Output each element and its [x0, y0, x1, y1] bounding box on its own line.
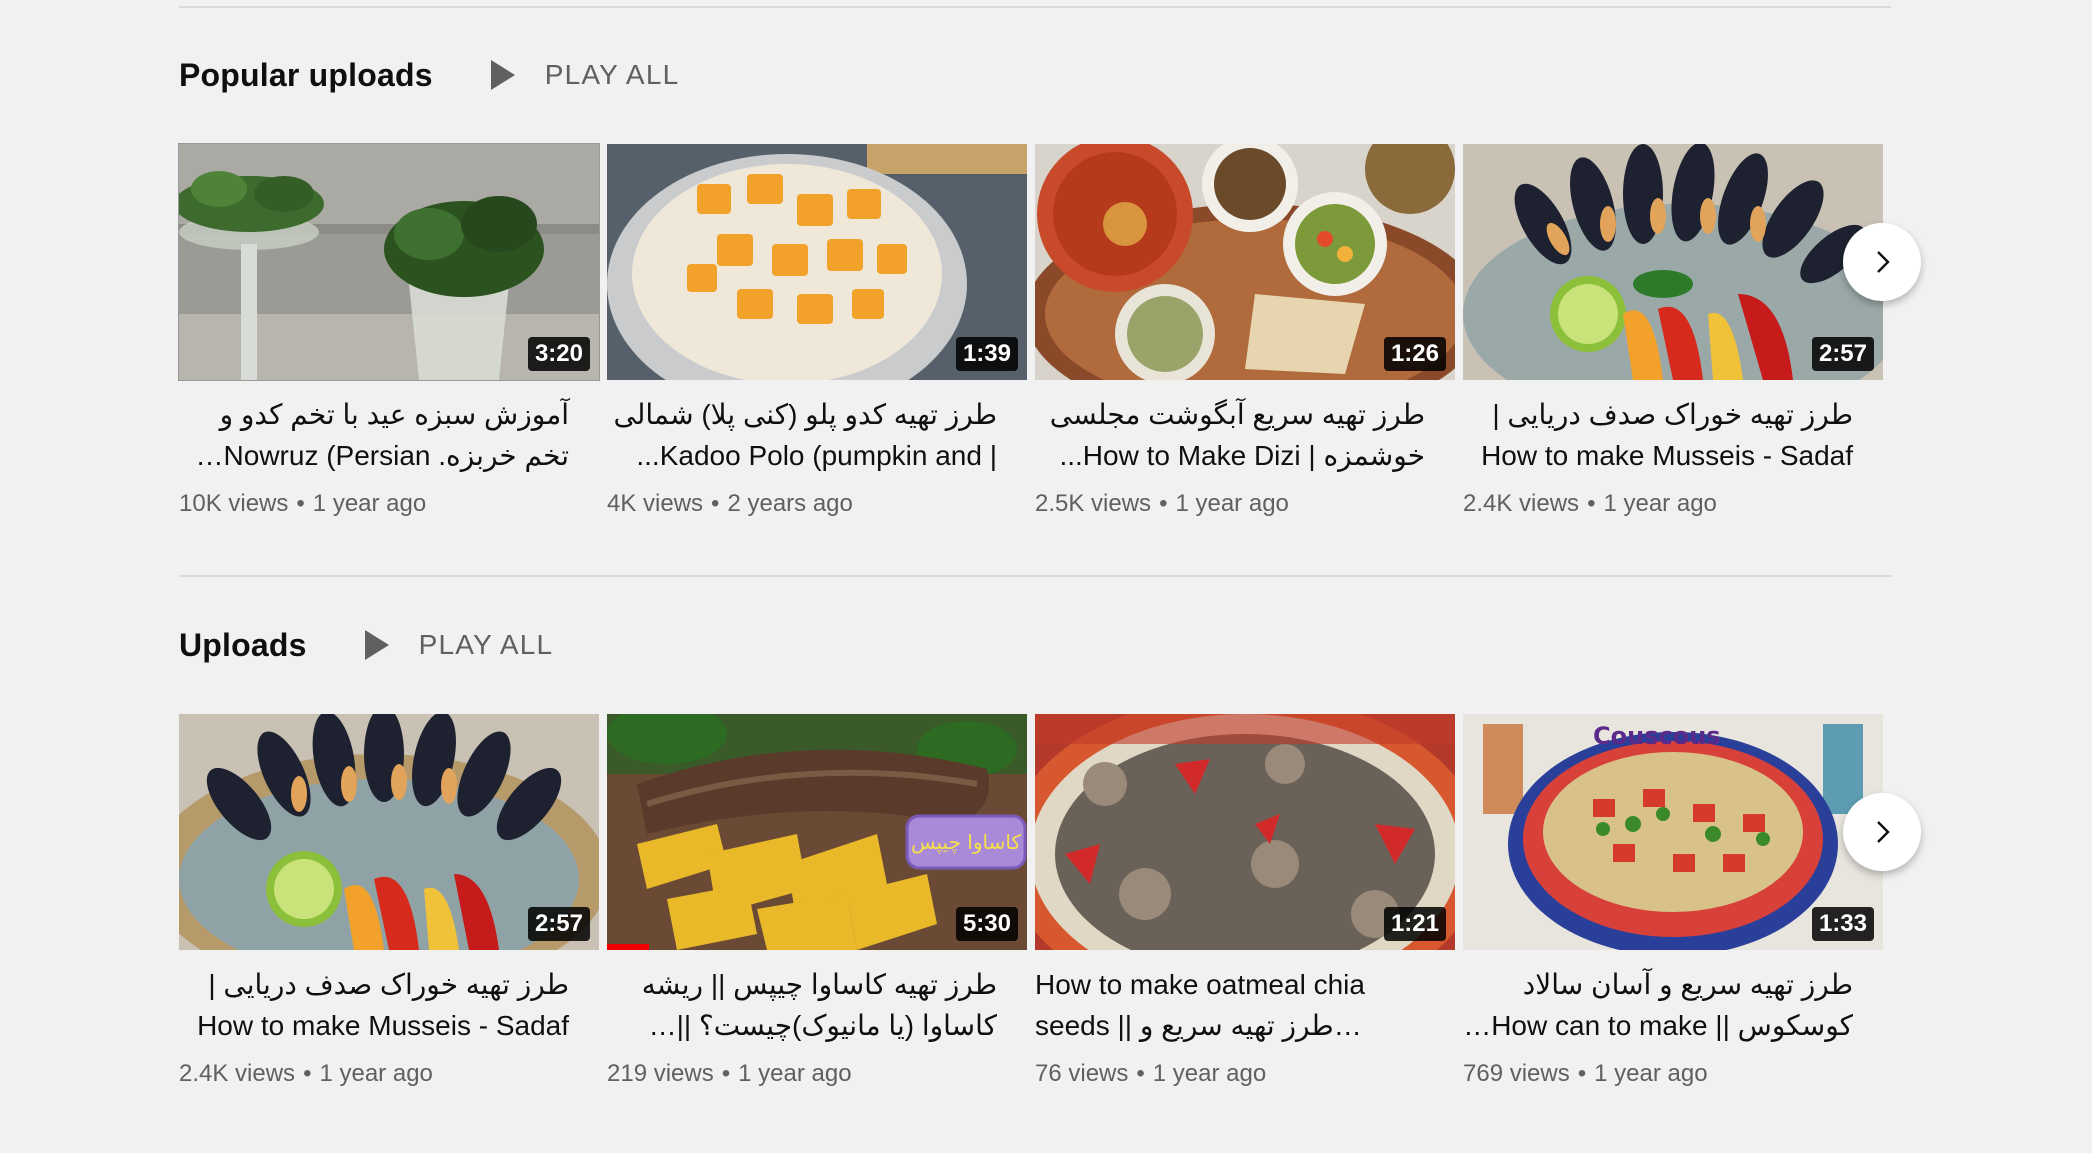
view-count: 769 views	[1463, 1060, 1570, 1087]
video-title[interactable]: طرز تهیه سریع آبگوشت مجلسی خوشمزه | How …	[1035, 394, 1455, 476]
view-count: 2.4K views	[1463, 490, 1580, 517]
shelf-title[interactable]: Popular uploads	[179, 57, 433, 94]
upload-age: 1 year ago	[319, 1060, 433, 1087]
video-meta: 2.5K views • 1 year ago	[1035, 490, 1455, 518]
video-card[interactable]: 1:21 How to make oatmeal chia seeds || ط…	[1035, 714, 1455, 1088]
chevron-right-icon	[1877, 251, 1890, 273]
meta-separator: •	[1587, 490, 1596, 517]
video-duration: 1:39	[955, 337, 1018, 371]
view-count: 2.5K views	[1035, 490, 1152, 517]
meta-separator: •	[296, 490, 305, 517]
view-count: 76 views	[1035, 1060, 1129, 1087]
video-duration: 2:57	[527, 907, 590, 941]
video-card[interactable]: 1:39 طرز تهیه کدو پلو (کنی پلا) شمالی | …	[607, 144, 1027, 518]
view-count: 219 views	[607, 1060, 714, 1087]
upload-age: 2 years ago	[727, 490, 853, 517]
section-divider	[179, 575, 1891, 577]
video-title[interactable]: طرز تهیه کدو پلو (کنی پلا) شمالی | Kadoo…	[607, 394, 1027, 476]
top-divider	[179, 6, 1891, 8]
chevron-right-icon	[1877, 821, 1890, 843]
view-count: 10K views	[179, 490, 289, 517]
video-duration: 3:20	[527, 337, 590, 371]
view-count: 2.4K views	[179, 1060, 296, 1087]
play-all-button[interactable]: PLAY ALL	[364, 629, 554, 661]
meta-separator: •	[711, 490, 720, 517]
popular-uploads-shelf: Popular uploads PLAY ALL 3:20 آموزش سبزه…	[178, 45, 1939, 518]
video-meta: 10K views • 1 year ago	[179, 490, 599, 518]
upload-age: 1 year ago	[1152, 1060, 1267, 1087]
play-all-label: PLAY ALL	[544, 59, 680, 90]
video-duration: 1:21	[1383, 907, 1446, 941]
video-title[interactable]: طرز تهیه کاساوا چیپس || ریشه کاساوا (یا …	[607, 964, 1027, 1046]
shelf-header: Uploads PLAY ALL	[179, 615, 1939, 675]
video-card[interactable]: کاساوا چیپس 5:30 طرز تهیه کاساوا چیپس ||…	[607, 714, 1027, 1088]
watch-progress	[607, 944, 649, 950]
video-card[interactable]: 2:57 طرز تهیه خوراک صدف دریایی | How to …	[179, 714, 599, 1088]
video-card[interactable]: 2:57 طرز تهیه خوراک صدف دریایی | How to …	[1463, 144, 1883, 518]
thumb-overlay-label: کاساوا چیپس	[911, 830, 1021, 855]
video-thumbnail[interactable]: 2:57	[179, 714, 599, 950]
video-duration: 1:26	[1383, 337, 1446, 371]
video-meta: 219 views • 1 year ago	[607, 1060, 1027, 1088]
video-duration: 5:30	[955, 907, 1018, 941]
meta-separator: •	[721, 1060, 731, 1087]
play-all-button[interactable]: PLAY ALL	[490, 59, 680, 91]
shelf-header: Popular uploads PLAY ALL	[179, 45, 1939, 105]
video-row: 2:57 طرز تهیه خوراک صدف دریایی | How to …	[179, 714, 1939, 1088]
video-thumbnail[interactable]: کاساوا چیپس 5:30	[607, 714, 1027, 950]
video-title[interactable]: طرز تهیه خوراک صدف دریایی | How to make …	[1463, 394, 1883, 476]
video-thumbnail[interactable]: Couscous 1:33	[1463, 714, 1883, 950]
meta-separator: •	[1577, 1060, 1587, 1087]
video-thumbnail[interactable]: 1:26	[1035, 144, 1455, 380]
video-thumbnail[interactable]: 1:21	[1035, 714, 1455, 950]
meta-separator: •	[1136, 1060, 1145, 1087]
play-all-label: PLAY ALL	[418, 629, 554, 660]
upload-age: 1 year ago	[1603, 490, 1717, 517]
thumb-overlay-label: Couscous	[1593, 722, 1721, 750]
meta-separator: •	[303, 1060, 312, 1087]
uploads-shelf: Uploads PLAY ALL 2:57 طرز تهیه خوراک صدف…	[179, 615, 1939, 1088]
video-title[interactable]: آموزش سبزه عید با تخم کدو و تخم خربزه. N…	[179, 394, 599, 476]
play-icon	[490, 60, 515, 90]
video-title[interactable]: How to make oatmeal chia seeds || طرز ته…	[1035, 964, 1455, 1046]
video-meta: 769 views • 1 year ago	[1463, 1060, 1883, 1088]
meta-separator: •	[1159, 490, 1168, 517]
video-thumbnail[interactable]: 1:39	[607, 144, 1027, 380]
video-title[interactable]: طرز تهیه سریع و آسان سالاد کوسکوس || How…	[1463, 964, 1883, 1046]
video-thumbnail[interactable]: 3:20	[178, 143, 600, 381]
shelf-next-button[interactable]	[1843, 223, 1921, 301]
upload-age: 1 year ago	[1594, 1060, 1708, 1087]
video-title[interactable]: طرز تهیه خوراک صدف دریایی | How to make …	[179, 964, 599, 1046]
video-card[interactable]: Couscous 1:33 طرز تهیه سریع و آسان سالاد…	[1463, 714, 1883, 1088]
video-meta: 2.4K views • 1 year ago	[179, 1060, 599, 1088]
video-thumbnail[interactable]: 2:57	[1463, 144, 1883, 380]
video-meta: 2.4K views • 1 year ago	[1463, 490, 1883, 518]
view-count: 4K views	[607, 490, 704, 517]
play-icon	[364, 630, 389, 660]
video-duration: 1:33	[1811, 907, 1874, 941]
shelf-next-button[interactable]	[1843, 793, 1921, 871]
video-meta: 4K views • 2 years ago	[607, 490, 1027, 518]
video-row: 3:20 آموزش سبزه عید با تخم کدو و تخم خرب…	[178, 143, 1939, 518]
video-card[interactable]: 1:26 طرز تهیه سریع آبگوشت مجلسی خوشمزه |…	[1035, 144, 1455, 518]
video-meta: 76 views • 1 year ago	[1035, 1060, 1455, 1088]
upload-age: 1 year ago	[312, 490, 427, 517]
shelf-title[interactable]: Uploads	[179, 627, 307, 664]
video-duration: 2:57	[1811, 337, 1874, 371]
upload-age: 1 year ago	[1175, 490, 1289, 517]
video-card[interactable]: 3:20 آموزش سبزه عید با تخم کدو و تخم خرب…	[178, 143, 600, 518]
upload-age: 1 year ago	[738, 1060, 852, 1087]
